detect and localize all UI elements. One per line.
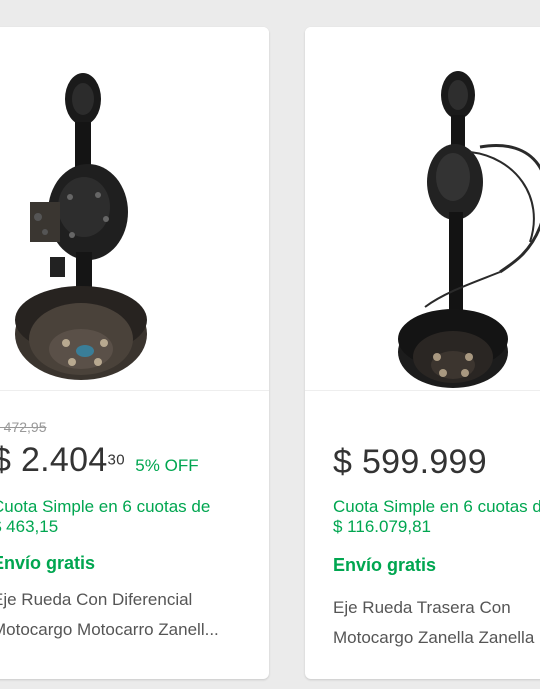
product-title-line2[interactable]: Motocargo Motocarro Zanell... <box>0 615 219 645</box>
price: $ 2.404 <box>0 441 108 479</box>
free-shipping-label: Envío gratis <box>333 555 437 575</box>
installment-amount: $ 116.079,81 <box>333 517 431 536</box>
product-title-line1[interactable]: Eje Rueda Con Diferencial <box>0 585 192 615</box>
rear-axle-with-cables-image <box>398 71 540 388</box>
product-title-line1[interactable]: Eje Rueda Trasera Con <box>333 593 511 623</box>
product-card-2[interactable]: $ 599.999 Cuota Simple en 6 cuotas de $ … <box>305 27 540 679</box>
price: $ 599.999 <box>333 443 487 481</box>
free-shipping-label: Envío gratis <box>0 553 96 573</box>
product-info-2: $ 599.999 Cuota Simple en 6 cuotas de $ … <box>305 391 540 679</box>
product-title-line2[interactable]: Motocargo Zanella Zanella <box>333 623 534 653</box>
installment-amount: $ 463,15 <box>0 517 59 536</box>
discount-badge: 5% OFF <box>135 456 199 475</box>
product-image-2[interactable] <box>305 27 540 390</box>
product-info-1: $ 472,95 $ 2.40430 5% OFF Cuota Simple e… <box>0 391 269 679</box>
price-row: $ 2.40430 5% OFF <box>0 441 199 480</box>
installments-text: Cuota Simple en 6 cuotas de <box>333 497 540 516</box>
original-price: $ 472,95 <box>0 419 47 435</box>
product-card-1[interactable]: $ 472,95 $ 2.40430 5% OFF Cuota Simple e… <box>0 27 269 679</box>
product-image-1[interactable] <box>0 27 269 390</box>
axle-with-differential-image <box>15 73 147 380</box>
installments-text: Cuota Simple en 6 cuotas de <box>0 497 211 516</box>
price-cents: 30 <box>107 451 125 469</box>
